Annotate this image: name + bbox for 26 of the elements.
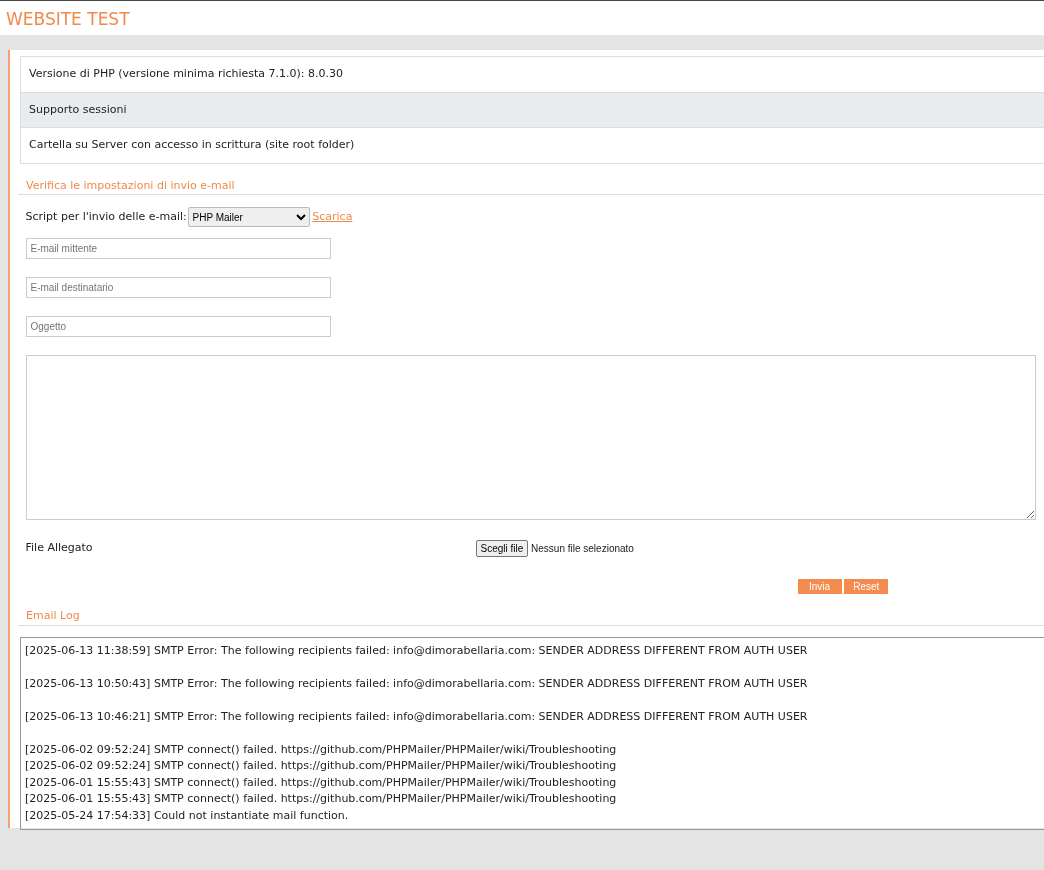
log-line: [2025-06-01 15:55:43] SMTP connect() failed. https://github.com/PHPMailer/PHPMailer/wiki/Troubleshooting [25,791,618,807]
choose-file-button[interactable]: Scegli file [475,540,529,557]
log-line: [2025-06-02 09:52:24] SMTP connect() failed. https://github.com/PHPMailer/PHPMailer/wiki/Troubleshooting [25,741,618,758]
log-line: [2025-06-13 10:46:21] SMTP Error: The following recipients failed: info@dimorabellaria.com: SENDER ADDRESS DIFFERENT FROM AUTH USER [25,708,809,725]
log-line: [2025-06-13 10:50:43] SMTP Error: The following recipients failed: info@dimorabellaria.com: SENDER ADDRESS DIFFERENT FROM AUTH USER [25,675,809,692]
form-button[interactable]: Invia [797,579,842,594]
section-heading: Verifica le impostazioni di invio e-mail [26,178,235,192]
script-label: Script per l'invio delle e-mail: [25,208,188,225]
site-title: WEBSITE TEST [6,9,130,29]
log-line: [2025-06-02 09:52:24] SMTP connect() failed. https://github.com/PHPMailer/PHPMailer/wiki/Troubleshooting [25,758,618,774]
log-line: [2025-06-01 15:55:43] SMTP connect() failed. https://github.com/PHPMailer/PHPMailer/wiki/Troubleshooting [25,774,618,791]
download-link[interactable]: Scarica [312,208,353,226]
check-row: Versione di PHP (versione minima richiesta 7.1.0): 8.0.30 [21,57,1044,93]
log-line: [2025-06-13 11:38:59] SMTP Error: The following recipients failed: info@dimorabellaria.com: SENDER ADDRESS DIFFERENT FROM AUTH USER [25,642,809,659]
attachment-label: File Allegato [25,540,94,557]
input-field[interactable]: Oggetto [25,316,331,337]
input-field[interactable]: E-mail mittente [25,238,331,259]
file-status: Nessun file selezionato [531,542,634,556]
input-field[interactable]: E-mail destinatario [25,277,331,298]
section-heading: Email Log [26,609,80,622]
check-row: Supporto sessioni [21,92,1044,128]
check-row-text: Cartella su Server con accesso in scrittura (site root folder) [28,137,356,153]
log-line: [2025-05-24 17:54:33] Could not instantiate mail function. [25,807,350,824]
message-field[interactable] [25,355,1036,520]
form-button[interactable]: Reset [844,579,889,594]
script-select[interactable]: PHP Mailer [187,207,310,227]
